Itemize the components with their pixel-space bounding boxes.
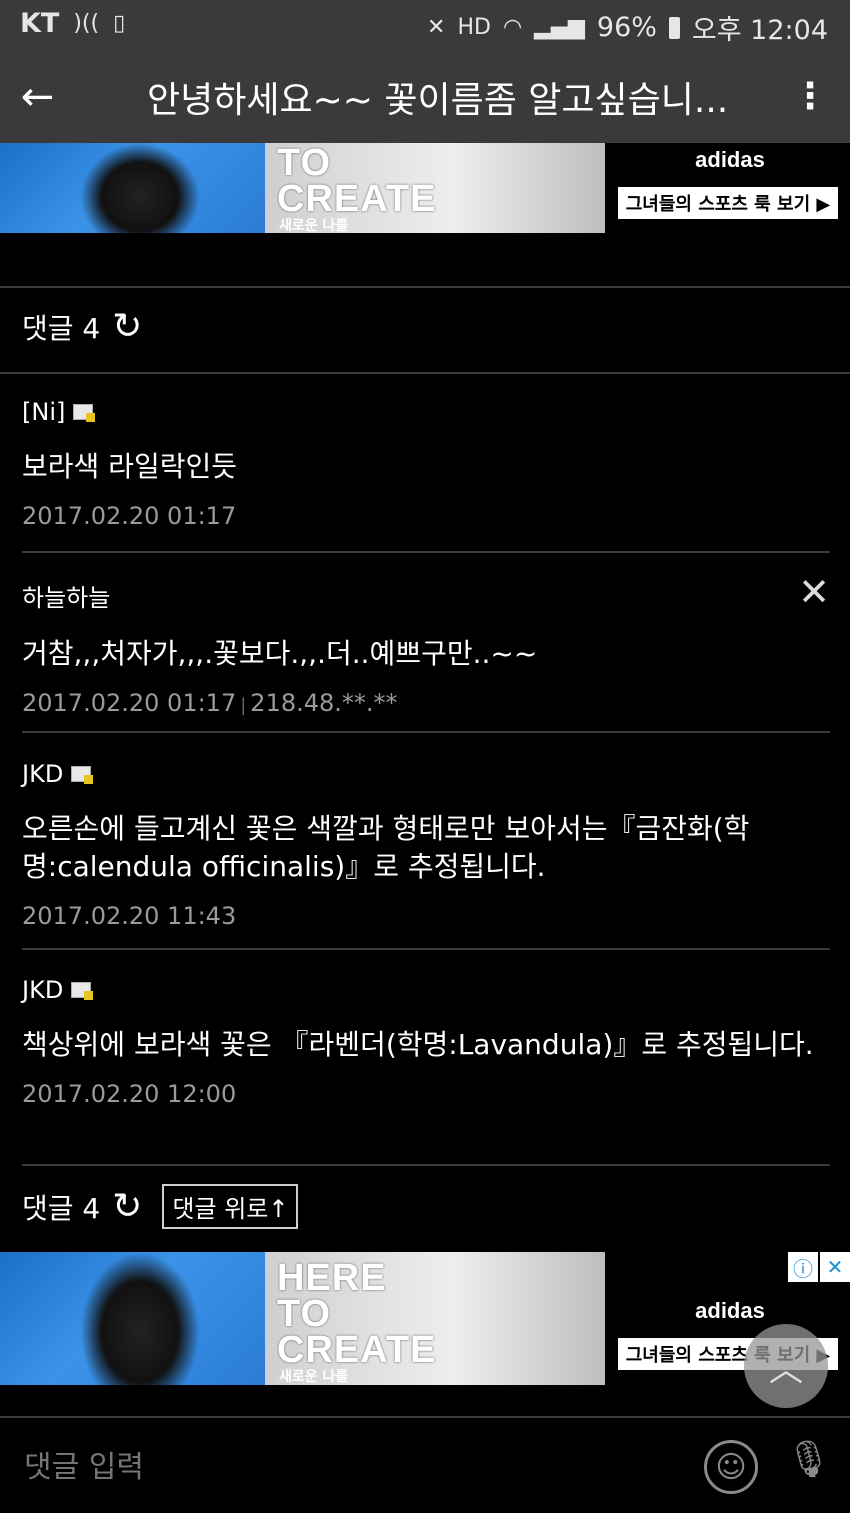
memo-icon[interactable] bbox=[73, 404, 96, 422]
ad-brand-logo: adidas bbox=[695, 1298, 765, 1323]
comment-text: 오른손에 들고계신 꽃은 색깔과 형태로만 보아서는『금잔화(학명:calend… bbox=[22, 812, 750, 883]
comment-date: 2017.02.20 01:17 bbox=[22, 502, 237, 530]
comment-date: 2017.02.20 12:00 bbox=[22, 1080, 237, 1108]
scroll-to-top-button[interactable]: ︿ bbox=[744, 1324, 828, 1408]
comment-item: 하늘하늘 ✕ 거참,,,처자가,,,.꽃보다.,,.더..예쁘구만..~~ 20… bbox=[22, 570, 830, 717]
comments-footer: 댓글 4 ↻ 댓글 위로↑ bbox=[22, 1184, 299, 1229]
comment-date: 2017.02.20 11:43 bbox=[22, 902, 237, 930]
comment-item: JKD 오른손에 들고계신 꽃은 색깔과 형태로만 보아서는『금잔화(학명:ca… bbox=[22, 760, 830, 930]
page-title: 안녕하세요~~ 꽃이름좀 알고싶습니... bbox=[147, 79, 729, 121]
comment-divider bbox=[22, 551, 830, 553]
comment-input[interactable] bbox=[22, 1442, 676, 1492]
refresh-icon[interactable]: ↻ bbox=[112, 306, 142, 347]
memo-icon[interactable] bbox=[71, 982, 94, 1000]
memo-icon[interactable] bbox=[71, 766, 94, 784]
comment-author[interactable]: JKD bbox=[22, 760, 63, 788]
comment-text: 책상위에 보라색 꽃은 『라벤더(학명:Lavandula)』로 추정됩니다. bbox=[22, 1028, 814, 1061]
app-bar: ← 안녕하세요~~ 꽃이름좀 알고싶습니... ⋮ bbox=[0, 50, 850, 143]
mute-icon: ✕ bbox=[427, 15, 446, 40]
ad-cta-button[interactable]: 그녀들의 스포츠 룩 보기 ▶ bbox=[618, 187, 838, 219]
comment-ip: 218.48.**.** bbox=[250, 689, 398, 717]
meta-separator: | bbox=[240, 695, 247, 716]
ad-headline: TO CREATE bbox=[277, 143, 437, 220]
wifi-icon: ◠ bbox=[502, 15, 523, 40]
comment-text: 보라색 라일락인듯 bbox=[22, 450, 237, 483]
comment-meta: 2017.02.20 01:17 | 218.48.**.** bbox=[22, 689, 830, 717]
microphone-icon[interactable]: 🎙 bbox=[786, 1438, 832, 1494]
divider bbox=[0, 372, 850, 374]
ad-runner-figure bbox=[80, 143, 200, 233]
clock: 오후 12:04 bbox=[691, 15, 828, 46]
divider bbox=[0, 286, 850, 288]
nfc-icon: )(( bbox=[73, 11, 100, 36]
signal-icon: ▂▄▆ bbox=[534, 15, 585, 40]
ad-runner-figure bbox=[80, 1252, 200, 1385]
scroll-to-comments-button[interactable]: 댓글 위로↑ bbox=[162, 1184, 299, 1229]
hd-icon: HD bbox=[457, 15, 491, 40]
ad-banner-bottom[interactable]: HERE TO CREATE 새로운 나를 adidas 그녀들의 스포츠 룩 … bbox=[0, 1252, 850, 1385]
comment-author[interactable]: 하늘하늘 bbox=[22, 578, 110, 613]
comment-divider bbox=[22, 948, 830, 950]
comment-text: 거참,,,처자가,,,.꽃보다.,,.더..예쁘구만..~~ bbox=[22, 637, 538, 670]
comment-divider bbox=[22, 1164, 830, 1166]
comment-input-bar: ☺ 🎙 bbox=[0, 1416, 850, 1513]
status-bar: KT )(( ▯ ✕ HD ◠ ▂▄▆ 96% 오후 12:04 bbox=[0, 0, 850, 50]
comment-meta: 2017.02.20 11:43 bbox=[22, 902, 830, 930]
comments-count: 댓글 4 bbox=[22, 311, 101, 345]
ad-subline: 새로운 나를 bbox=[279, 1369, 349, 1385]
emoji-icon[interactable]: ☺ bbox=[704, 1440, 758, 1494]
comment-item: [Ni] 보라색 라일락인듯 2017.02.20 01:17 bbox=[22, 398, 830, 530]
back-arrow-icon[interactable]: ← bbox=[0, 74, 75, 120]
battery-percent: 96% bbox=[596, 12, 657, 43]
ad-banner-top[interactable]: TO CREATE 새로운 나를 adidas 그녀들의 스포츠 룩 보기 ▶ bbox=[0, 143, 850, 233]
comments-count: 댓글 4 bbox=[22, 1191, 101, 1225]
comment-meta: 2017.02.20 12:00 bbox=[22, 1080, 830, 1108]
more-options-icon[interactable]: ⋮ bbox=[770, 76, 850, 117]
ad-info-icon[interactable]: ⓘ bbox=[788, 1252, 818, 1282]
comments-header: 댓글 4 ↻ bbox=[22, 306, 142, 347]
ad-mid-panel: TO CREATE 새로운 나를 bbox=[265, 143, 605, 233]
ad-mid-panel: HERE TO CREATE 새로운 나를 bbox=[265, 1252, 605, 1385]
ad-brand-logo: adidas bbox=[695, 147, 765, 172]
comment-author[interactable]: [Ni] bbox=[22, 398, 65, 426]
comment-date: 2017.02.20 01:17 bbox=[22, 689, 237, 717]
ad-close-icon[interactable]: ✕ bbox=[820, 1252, 850, 1282]
carrier-label: KT bbox=[20, 8, 60, 39]
phone-icon: ▯ bbox=[113, 11, 126, 36]
delete-comment-icon[interactable]: ✕ bbox=[798, 570, 830, 614]
comment-author[interactable]: JKD bbox=[22, 976, 63, 1004]
ad-subline: 새로운 나를 bbox=[279, 218, 349, 233]
ad-headline: HERE TO CREATE bbox=[277, 1257, 437, 1371]
refresh-icon[interactable]: ↻ bbox=[112, 1186, 142, 1227]
battery-icon bbox=[668, 16, 680, 39]
comment-divider bbox=[22, 731, 830, 733]
comment-item: JKD 책상위에 보라색 꽃은 『라벤더(학명:Lavandula)』로 추정됩… bbox=[22, 976, 830, 1108]
comment-meta: 2017.02.20 01:17 bbox=[22, 502, 830, 530]
